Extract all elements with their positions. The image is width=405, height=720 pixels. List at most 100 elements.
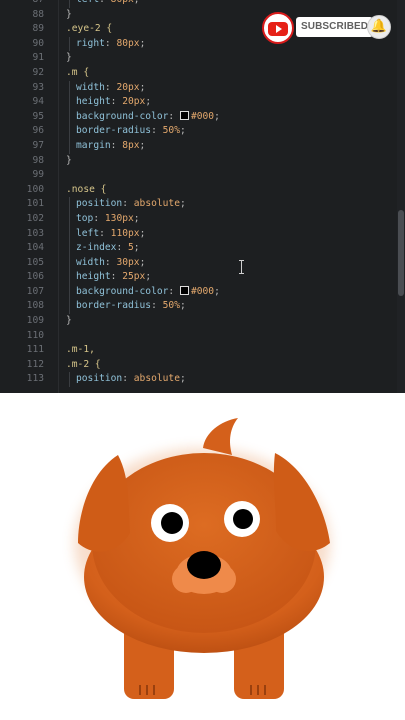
indent-guide xyxy=(69,255,70,271)
code-text: .nose { xyxy=(66,183,106,198)
code-line[interactable]: 107 background-color: #000; xyxy=(0,284,405,300)
code-token: : xyxy=(93,212,105,224)
code-line[interactable]: 103 left: 110px; xyxy=(0,226,405,242)
code-line[interactable]: 113 position: absolute; xyxy=(0,372,405,388)
code-token: left xyxy=(76,227,100,239)
code-text: height: 25px; xyxy=(76,270,151,285)
code-text: width: 20px; xyxy=(76,81,145,96)
code-token: 80px xyxy=(116,37,140,49)
indent-guide xyxy=(69,36,70,52)
youtube-channel-button[interactable] xyxy=(262,12,294,44)
code-line[interactable]: 87 left: 80px; xyxy=(0,0,405,8)
line-number: 107 xyxy=(26,285,44,297)
code-token: : xyxy=(110,271,123,283)
indent-guide xyxy=(69,0,70,8)
code-line[interactable]: 97 margin: 8px; xyxy=(0,138,405,154)
indent-guide xyxy=(69,270,70,285)
line-number: 91 xyxy=(32,52,44,64)
color-swatch-icon[interactable] xyxy=(179,110,189,120)
code-token: background-color xyxy=(76,110,169,122)
code-text: left: 110px; xyxy=(76,227,145,242)
scrollbar-thumb[interactable] xyxy=(398,210,404,296)
code-token: 50% xyxy=(162,300,180,312)
code-line[interactable]: 112 .m-2 { xyxy=(0,358,405,373)
code-token: 50% xyxy=(162,125,180,137)
code-text: } xyxy=(66,8,72,23)
code-token: absolute xyxy=(133,198,180,210)
code-line[interactable]: 108 border-radius: 50%; xyxy=(0,299,405,315)
code-line[interactable]: 109} xyxy=(0,314,405,329)
code-line[interactable]: 92 .m { xyxy=(0,66,405,81)
code-token: ; xyxy=(180,198,186,210)
code-text: .eye-2 { xyxy=(66,22,112,37)
code-text: background-color: #000; xyxy=(76,110,220,125)
code-token: ; xyxy=(179,125,186,137)
indent-guide xyxy=(69,197,70,212)
code-line[interactable]: 93 width: 20px; xyxy=(0,80,405,96)
line-number: 104 xyxy=(26,242,44,254)
youtube-logo-icon xyxy=(268,22,288,36)
code-line[interactable]: 95 background-color: #000; xyxy=(0,109,405,125)
code-token: : xyxy=(168,110,180,122)
code-token: 30px xyxy=(116,256,140,268)
code-line[interactable]: 99 xyxy=(0,168,405,183)
code-line[interactable]: 100 .nose { xyxy=(0,183,405,198)
code-token: border-radius xyxy=(76,125,152,137)
line-number: 98 xyxy=(32,154,44,166)
editor-scrollbar[interactable] xyxy=(397,0,405,393)
code-token: #000 xyxy=(190,110,215,122)
code-token: width xyxy=(76,256,105,268)
code-token: border-radius xyxy=(76,300,152,312)
line-number: 106 xyxy=(26,271,44,283)
code-line[interactable]: 101 position: absolute; xyxy=(0,197,405,212)
code-token: : xyxy=(99,227,111,239)
line-number: 113 xyxy=(26,373,44,385)
code-line[interactable]: 98} xyxy=(0,154,405,169)
code-line[interactable]: 91} xyxy=(0,51,405,66)
code-line[interactable]: 106 height: 25px; xyxy=(0,270,405,285)
code-token: .m-1, xyxy=(66,344,95,356)
code-editor[interactable]: 87 left: 80px; 88} 89 .eye-2 {90 right: 80px;… xyxy=(0,0,405,393)
code-line[interactable]: 111 .m-1, xyxy=(0,343,405,358)
color-swatch-icon[interactable] xyxy=(179,285,189,295)
line-number: 111 xyxy=(26,344,44,356)
code-token: : xyxy=(104,37,117,49)
code-token: ; xyxy=(180,373,186,385)
line-number: 87 xyxy=(0,0,44,8)
code-token: ; xyxy=(139,256,146,268)
code-line[interactable]: 104 z-index: 5; xyxy=(0,241,405,256)
code-text: } xyxy=(66,154,72,169)
code-token: ; xyxy=(134,0,140,5)
dog-illustration xyxy=(74,418,330,699)
code-token: 80px xyxy=(111,0,134,5)
code-token: 130px xyxy=(104,212,134,224)
code-line[interactable]: 96 border-radius: 50%; xyxy=(0,124,405,139)
indent-guide xyxy=(69,80,70,96)
code-text: right: 80px; xyxy=(76,37,145,52)
line-number: 92 xyxy=(32,66,44,78)
code-token: .nose { xyxy=(66,183,107,195)
code-token: ; xyxy=(214,285,220,297)
code-token: position xyxy=(76,198,123,210)
text-cursor-icon xyxy=(239,260,244,274)
notification-bell-icon[interactable]: 🔔 xyxy=(367,15,391,39)
line-number: 100 xyxy=(26,183,44,195)
dog-pupil-left xyxy=(161,512,183,534)
code-line[interactable]: 90 right: 80px; xyxy=(0,36,405,52)
line-number: 93 xyxy=(32,81,44,93)
code-lines[interactable]: 87 left: 80px; 88} 89 .eye-2 {90 right: 80px;… xyxy=(0,0,405,388)
code-token: } xyxy=(66,52,72,64)
code-line[interactable]: 110 xyxy=(0,329,405,344)
code-token: : xyxy=(110,96,123,108)
line-number: 103 xyxy=(26,227,44,239)
code-token: 110px xyxy=(110,227,140,239)
indent-guide xyxy=(69,241,70,256)
code-token: height xyxy=(76,271,111,283)
code-line[interactable]: 105 width: 30px; xyxy=(0,255,405,271)
code-text: border-radius: 50%; xyxy=(76,124,186,139)
code-line[interactable]: 94 height: 20px; xyxy=(0,95,405,110)
dog-ear-right xyxy=(273,453,330,552)
code-token: width xyxy=(76,81,105,93)
code-line[interactable]: 102 top: 130px; xyxy=(0,211,405,227)
subscribed-button[interactable]: SUBSCRIBED xyxy=(296,17,374,37)
